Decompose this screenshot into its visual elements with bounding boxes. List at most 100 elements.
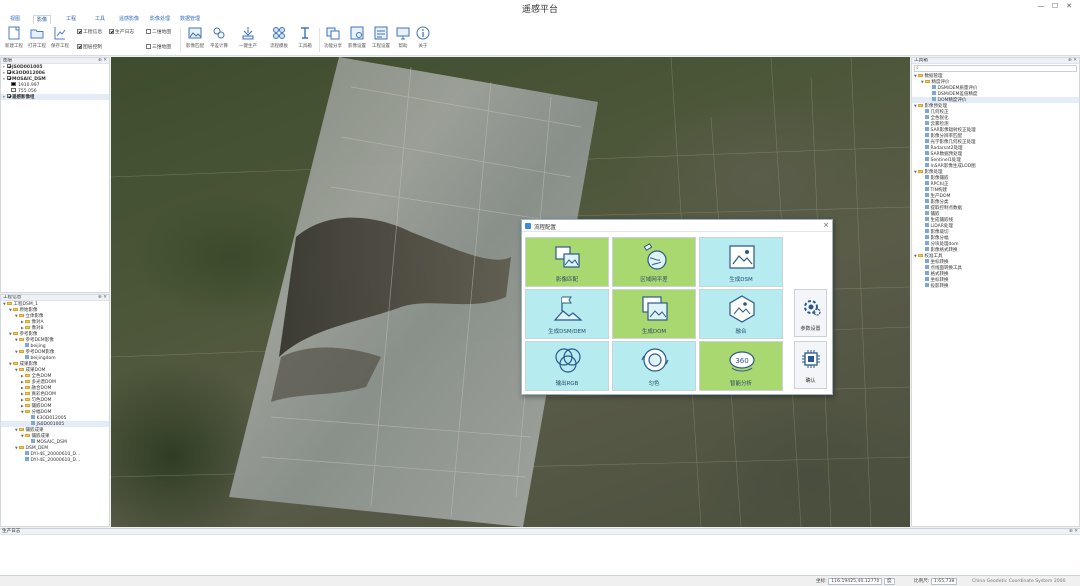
tile-smart-analysis[interactable]: 360 智能分析	[699, 341, 783, 391]
check-2d-map[interactable]: 二维地图	[146, 28, 171, 35]
file-icon	[925, 181, 929, 185]
toolbox-search-input[interactable]: ⌕	[914, 65, 1077, 72]
tab-remote-sensing[interactable]: 遥感影像	[116, 15, 142, 24]
file-icon	[25, 457, 29, 461]
toolbox-button[interactable]: 工具箱	[292, 26, 318, 54]
one-click-produce-icon	[242, 27, 254, 40]
ribbon-separator	[180, 28, 181, 52]
tile-image-match[interactable]: 影像匹配	[525, 237, 609, 287]
check-layer-control[interactable]: 图层控制	[77, 43, 102, 50]
folder-icon	[13, 361, 18, 365]
panel-pin-icon[interactable]: ⊕ ✕	[1069, 529, 1078, 535]
tile-generate-dom[interactable]: 生成DOM	[612, 289, 696, 339]
checkbox[interactable]	[109, 29, 114, 34]
layer-checkbox[interactable]	[7, 76, 11, 80]
one-click-produce-button[interactable]: 一键生产	[235, 26, 261, 54]
output-rgb-icon	[555, 348, 581, 373]
layer-item[interactable]: ▾ 遥感影像组	[1, 94, 109, 100]
file-icon	[925, 271, 929, 275]
folder-icon	[19, 337, 24, 341]
minimize-icon[interactable]: —	[1034, 2, 1048, 10]
file-icon	[925, 139, 929, 143]
workflow-template-button[interactable]: 流程模板	[266, 26, 292, 54]
ribbon: 新建工程 打开工程 保存工程 工程信息 生产日志 图层控制 二维地图 三维地图 …	[0, 24, 1080, 56]
panel-pin-icon[interactable]: ⊕ ✕	[1068, 58, 1077, 64]
checkbox[interactable]	[77, 44, 82, 49]
file-icon	[925, 187, 929, 191]
file-icon	[925, 175, 929, 179]
folder-icon	[918, 253, 923, 257]
folder-icon	[918, 169, 923, 173]
parameter-settings-button[interactable]: 参数设置	[794, 289, 827, 337]
folder-icon	[7, 301, 12, 305]
dialog-header: 流程配置 ×	[522, 220, 832, 232]
file-icon	[925, 217, 929, 221]
image-match-button[interactable]: 影像匹配	[182, 26, 208, 54]
production-log-panel: 生产日志 ⊕ ✕	[0, 528, 1080, 575]
generate-dom-icon	[642, 296, 668, 321]
save-project-button[interactable]: 保存工程	[47, 26, 73, 54]
file-icon	[31, 439, 35, 443]
tile-output-rgb[interactable]: 输出RGB	[525, 341, 609, 391]
file-icon	[925, 259, 929, 263]
project-panel: 工程信息 ⊕ ✕ ▼ 工程DSM_1 ▼ 原始影像 ▼ 立体影像 ▶ 像对A ▶ 像对B ▼ 参考影像…	[0, 294, 110, 527]
tab-data-management[interactable]: 数据管理	[177, 15, 203, 24]
folder-icon	[19, 445, 24, 449]
close-icon[interactable]: ✕	[1062, 2, 1076, 10]
smart-analysis-icon: 360	[729, 351, 755, 372]
tab-view[interactable]: 视图	[7, 15, 23, 24]
file-icon	[925, 247, 929, 251]
layer-checkbox[interactable]	[7, 64, 11, 68]
tab-tools[interactable]: 工具	[92, 15, 108, 24]
search-icon: ⌕	[916, 65, 919, 71]
folder-icon	[19, 313, 24, 317]
tree-item[interactable]: 投影转换	[912, 283, 1079, 289]
checkbox[interactable]	[146, 29, 151, 34]
scale-select[interactable]: 1:65,738	[930, 578, 958, 585]
dialog-app-icon	[525, 223, 531, 229]
svg-text:360: 360	[735, 357, 748, 365]
folder-icon	[925, 79, 930, 83]
about-button[interactable]: 关于	[410, 26, 436, 54]
tile-fusion[interactable]: 融合	[699, 289, 783, 339]
folder-icon	[25, 433, 30, 437]
coord-value: 116.19425,40.12770	[828, 578, 883, 585]
tree-item[interactable]: DYI-4E_20000610_D...	[1, 457, 109, 463]
tile-color-balance[interactable]: 匀色	[612, 341, 696, 391]
file-icon	[925, 223, 929, 227]
tree-item-label: DYI-4E_20000610_D...	[30, 458, 81, 463]
tile-generate-dsm-dem[interactable]: 生成DSM/DEM	[525, 289, 609, 339]
checkbox[interactable]	[146, 44, 151, 49]
toolbox-panel: 工具箱 ⊕ ✕ ⌕ ▼ 数据管理 ▼ 精度评价 DSM/DEM质量评价 DSM/DEM差值…	[911, 57, 1080, 527]
maximize-icon[interactable]: ☐	[1048, 2, 1062, 10]
folder-icon	[19, 367, 24, 371]
folder-icon	[19, 427, 24, 431]
folder-icon	[25, 373, 30, 377]
toolbox-tree: ▼ 数据管理 ▼ 精度评价 DSM/DEM质量评价 DSM/DEM差值精度 DOM精度评价 ▼…	[912, 73, 1079, 289]
check-production-log[interactable]: 生产日志	[109, 28, 134, 35]
layer-checkbox[interactable]	[7, 94, 11, 98]
tile-generate-dsm[interactable]: 生成DSM	[699, 237, 783, 287]
share-button[interactable]: 功能分享	[320, 26, 346, 54]
tab-image-processing[interactable]: 影像处理	[147, 15, 173, 24]
confirm-button[interactable]: 确认	[794, 341, 827, 389]
adjustment-button[interactable]: 平差计算	[206, 26, 232, 54]
folder-icon	[13, 331, 18, 335]
folder-icon	[25, 409, 30, 413]
file-icon	[932, 91, 936, 95]
file-icon	[25, 343, 29, 347]
tab-image[interactable]: 影像	[33, 15, 52, 24]
tab-project[interactable]: 工程	[63, 15, 79, 24]
checkbox[interactable]	[77, 29, 82, 34]
generate-dsm-icon	[729, 245, 755, 269]
file-icon	[925, 163, 929, 167]
dialog-close-icon[interactable]: ×	[823, 221, 829, 229]
file-icon	[925, 211, 929, 215]
check-project-info[interactable]: 工程信息	[77, 28, 102, 35]
tile-block-adjustment[interactable]: 区域网平差	[612, 237, 696, 287]
unit-select[interactable]: 度	[883, 578, 895, 585]
check-3d-map[interactable]: 三维地图	[146, 43, 171, 50]
image-settings-button[interactable]: 影像设置	[344, 26, 370, 54]
fusion-icon	[729, 295, 755, 323]
layer-checkbox[interactable]	[7, 70, 11, 74]
